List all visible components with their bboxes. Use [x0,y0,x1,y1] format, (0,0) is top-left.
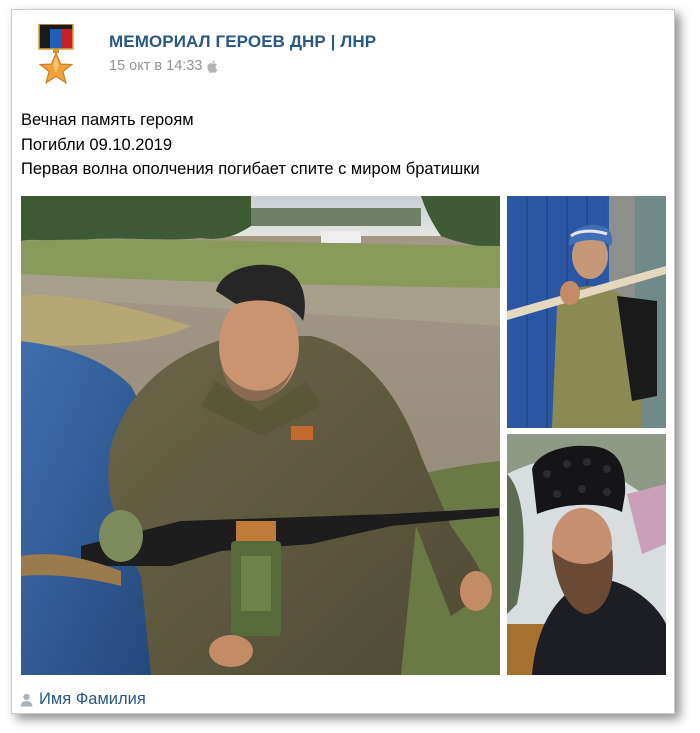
signature-name: Имя Фамилия [39,690,146,708]
top-right-photo[interactable] [507,196,666,428]
bottom-right-photo[interactable] [507,434,666,675]
user-icon [20,693,33,707]
apple-icon [207,60,218,73]
post-text: Вечная память героям Погибли 09.10.2019 … [21,108,480,182]
post-timestamp[interactable]: 15 окт в 14:33 [109,58,218,74]
timestamp-text: 15 окт в 14:33 [109,58,203,74]
post-signature[interactable]: Имя Фамилия [20,690,146,709]
post-card: МЕМОРИАЛ ГЕРОЕВ ДНР | ЛНР 15 окт в 14:33… [11,9,675,714]
post-text-line: Первая волна ополчения погибает спите с … [21,160,480,178]
post-text-line: Погибли 09.10.2019 [21,135,172,154]
post-author[interactable]: МЕМОРИАЛ ГЕРОЕВ ДНР | ЛНР [109,32,376,52]
community-avatar[interactable] [36,23,76,85]
post-text-line: Вечная память героям [21,111,194,129]
main-photo[interactable] [21,196,500,675]
